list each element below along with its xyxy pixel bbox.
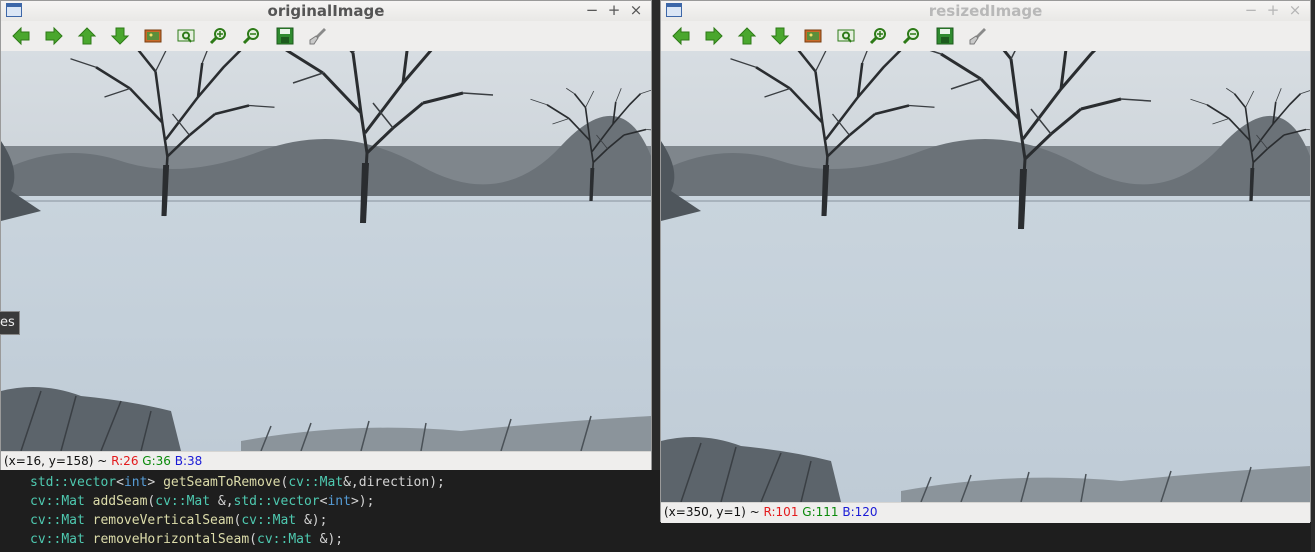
blue-value: B:120 (842, 505, 878, 519)
title-bar[interactable]: originalImage − + × (1, 1, 651, 22)
window-original-image: originalImage − + × (x=16, y=158) ~ R:26… (0, 0, 652, 472)
close-button[interactable]: × (1286, 1, 1304, 21)
window-resized-image: resizedImage − + × (x=350, y=1) ~ R:101 … (660, 0, 1311, 523)
red-value: R:101 (763, 505, 799, 519)
image-canvas[interactable] (661, 51, 1310, 502)
pixel-status-bar: (x=16, y=158) ~ R:26 G:36 B:38 (1, 451, 651, 472)
screen-edge (1311, 0, 1315, 552)
code-token: < (116, 475, 124, 490)
code-token: int (123, 475, 148, 490)
toolbar (1, 21, 651, 51)
maximize-button[interactable]: + (605, 1, 623, 21)
arrow-left-icon[interactable] (669, 24, 693, 48)
code-editor[interactable]: std::vector<int> getSeamToRemove(cv::Mat… (0, 470, 660, 552)
arrow-down-icon[interactable] (108, 24, 132, 48)
save-icon[interactable] (273, 24, 297, 48)
title-bar[interactable]: resizedImage − + × (661, 1, 1310, 22)
code-token: getSeamToRemove (155, 475, 281, 490)
brush-icon[interactable] (306, 24, 330, 48)
save-icon[interactable] (933, 24, 957, 48)
code-token: Mat (288, 532, 312, 547)
green-value: G:111 (802, 505, 839, 519)
cursor-coordinates: (x=350, y=1) ~ (664, 505, 764, 519)
window-title: resizedImage (928, 2, 1043, 20)
code-token: Mat (186, 494, 211, 509)
code-line: cv::Mat removeVerticalSeam(cv::Mat &); (30, 511, 327, 530)
code-token: cv:: (30, 532, 62, 547)
arrow-up-icon[interactable] (75, 24, 99, 48)
maximize-button[interactable]: + (1264, 1, 1282, 21)
code-token: &, (210, 494, 234, 509)
code-token: Mat (61, 513, 85, 528)
arrow-down-icon[interactable] (768, 24, 792, 48)
code-token: Mat (272, 513, 297, 528)
minimize-button[interactable]: − (583, 1, 601, 21)
code-token: cv:: (257, 532, 289, 547)
image-icon[interactable] (141, 24, 165, 48)
code-token: &); (311, 532, 344, 547)
pixel-status-bar: (x=350, y=1) ~ R:101 G:111 B:120 (661, 502, 1310, 523)
code-line: std::vector<int> getSeamToRemove(cv::Mat… (30, 473, 445, 492)
zoom-out-icon[interactable] (240, 24, 264, 48)
code-token: cv:: (288, 475, 320, 490)
close-button[interactable]: × (627, 1, 645, 21)
code-token: &); (296, 513, 328, 528)
toolbar (661, 21, 1310, 51)
code-token: cv:: (241, 513, 273, 528)
code-token: vector (272, 494, 320, 509)
code-token: cv:: (30, 513, 62, 528)
code-token: cv:: (155, 494, 187, 509)
code-token: &,direction); (343, 475, 445, 490)
image-canvas[interactable] (1, 51, 651, 451)
zoom-fit-icon[interactable] (834, 24, 858, 48)
zoom-out-icon[interactable] (900, 24, 924, 48)
code-token: Mat (319, 475, 344, 490)
code-token: addSeam (84, 494, 148, 509)
snow-scene-image (661, 51, 1310, 502)
tooltip: es (0, 311, 20, 335)
code-line: cv::Mat addSeam(cv::Mat &,std::vector<in… (30, 492, 374, 511)
code-token: ( (249, 532, 257, 547)
blue-value: B:38 (174, 454, 203, 468)
zoom-fit-icon[interactable] (174, 24, 198, 48)
window-title: originalImage (267, 2, 385, 20)
arrow-left-icon[interactable] (9, 24, 33, 48)
code-token: std:: (30, 475, 70, 490)
code-token: removeVerticalSeam (84, 513, 234, 528)
arrow-right-icon[interactable] (702, 24, 726, 48)
brush-icon[interactable] (966, 24, 990, 48)
cursor-coordinates: (x=16, y=158) ~ (4, 454, 112, 468)
code-token: int (327, 494, 351, 509)
red-value: R:26 (111, 454, 139, 468)
code-token: Mat (61, 532, 85, 547)
minimize-button[interactable]: − (1242, 1, 1260, 21)
zoom-in-icon[interactable] (207, 24, 231, 48)
code-token: removeHorizontalSeam (84, 532, 250, 547)
zoom-in-icon[interactable] (867, 24, 891, 48)
image-icon[interactable] (801, 24, 825, 48)
code-token: >); (350, 494, 375, 509)
window-gap (652, 0, 660, 470)
arrow-right-icon[interactable] (42, 24, 66, 48)
code-token: cv:: (30, 494, 62, 509)
code-token: vector (69, 475, 117, 490)
code-line: cv::Mat removeHorizontalSeam(cv::Mat &); (30, 530, 343, 549)
code-token: std:: (233, 494, 273, 509)
arrow-up-icon[interactable] (735, 24, 759, 48)
green-value: G:36 (142, 454, 171, 468)
snow-scene-image (1, 51, 651, 451)
code-token: Mat (61, 494, 85, 509)
